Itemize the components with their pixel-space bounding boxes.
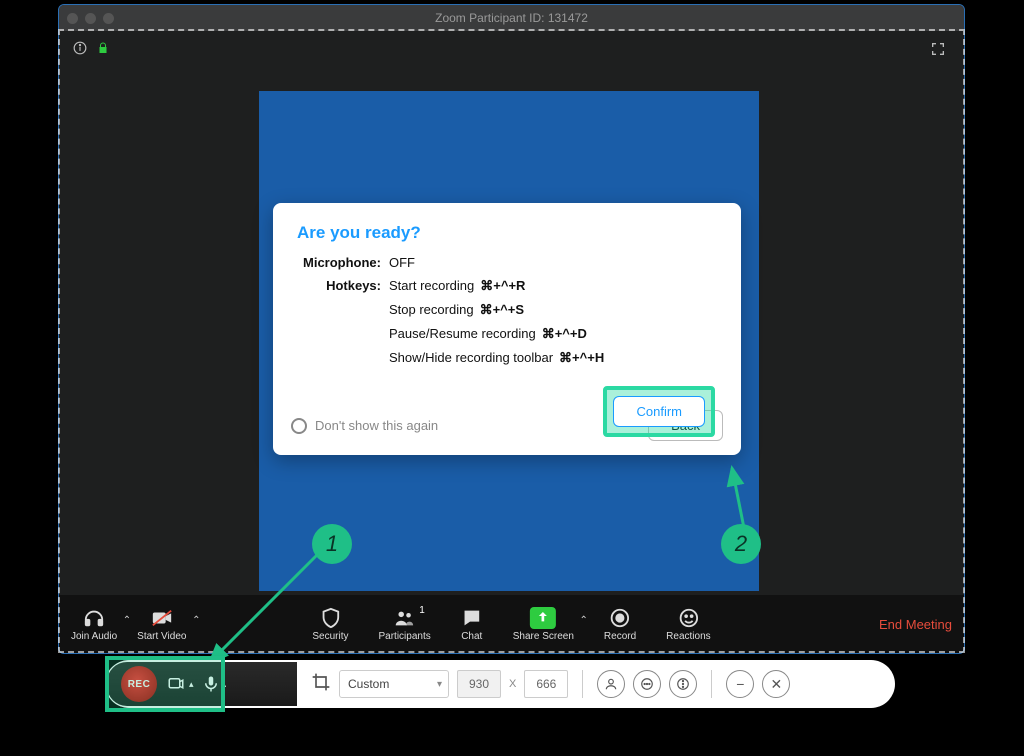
fullscreen-icon[interactable] [930,41,946,62]
chat-button[interactable]: Chat [461,607,483,642]
participants-button[interactable]: 1 Participants [379,607,431,642]
recorder-controls: REC ▴ ▴ [107,662,297,706]
crop-icon[interactable] [311,672,331,697]
close-button[interactable]: ✕ [762,670,790,698]
security-label: Security [312,631,348,642]
person-icon[interactable] [597,670,625,698]
meeting-info-row [73,41,109,55]
hotkey-desc: Stop recording [389,302,474,317]
chat-label: Chat [461,631,482,642]
share-label: Share Screen [513,631,574,642]
minimize-button[interactable]: − [726,670,754,698]
record-label: Record [604,631,636,642]
dimension-x: X [509,678,516,690]
chevron-up-icon[interactable]: ⌃ [192,615,200,626]
rec-highlight [105,656,225,712]
hotkey-keys: ⌘+^+R [480,278,525,293]
window-title: Zoom Participant ID: 131472 [59,11,964,25]
share-screen-button[interactable]: Share Screen ⌃ [513,607,574,642]
zoom-window: Zoom Participant ID: 131472 Are you read… [58,4,965,654]
start-video-label: Start Video [137,631,186,642]
capture-mode-select[interactable]: Custom [339,670,449,698]
step-marker-1: 1 [312,524,352,564]
participants-label: Participants [379,631,431,642]
security-button[interactable]: Security [312,607,348,642]
chevron-up-icon[interactable]: ⌃ [580,615,588,626]
join-audio-label: Join Audio [71,631,117,642]
step-marker-2: 2 [721,524,761,564]
hotkey-keys: ⌘+^+D [542,326,587,341]
lock-icon [97,41,109,55]
dialog-title: Are you ready? [297,223,717,243]
participants-count: 1 [419,605,425,616]
end-meeting-button[interactable]: End Meeting [879,617,952,632]
hotkeys-list: Start recording ⌘+^+R Stop recording ⌘+^+S… [389,278,717,374]
mic-value: OFF [389,255,717,270]
height-input[interactable] [524,670,568,698]
hotkey-desc: Start recording [389,278,474,293]
confirm-highlight: Confirm [603,386,715,437]
ready-dialog: Are you ready? Microphone: OFF Hotkeys: … [273,203,741,455]
confirm-button[interactable]: Confirm [613,396,705,427]
hotkeys-label: Hotkeys: [297,278,389,374]
recorder-toolbar: REC ▴ ▴ Custom X − ✕ [105,660,895,708]
hotkey-keys: ⌘+^+S [480,302,524,317]
start-video-button[interactable]: Start Video ⌃ [137,607,186,642]
reactions-button[interactable]: Reactions [666,607,710,642]
hotkey-desc: Show/Hide recording toolbar [389,350,553,365]
hotkey-desc: Pause/Resume recording [389,326,536,341]
more-icon[interactable] [669,670,697,698]
info-icon[interactable] [73,41,87,55]
dont-show-checkbox[interactable]: Don't show this again [291,418,438,434]
window-titlebar: Zoom Participant ID: 131472 [59,5,964,31]
join-audio-button[interactable]: Join Audio ⌃ [71,607,117,642]
record-button[interactable]: Record [604,607,636,642]
annotation-icon[interactable] [633,670,661,698]
mic-label: Microphone: [297,255,389,270]
radio-icon[interactable] [291,418,307,434]
reactions-label: Reactions [666,631,710,642]
video-area: Are you ready? Microphone: OFF Hotkeys: … [259,91,759,591]
dont-show-label: Don't show this again [315,418,438,433]
width-input[interactable] [457,670,501,698]
hotkey-keys: ⌘+^+H [559,350,604,365]
zoom-toolbar: Join Audio ⌃ Start Video ⌃ Security 1 Pa… [59,595,964,653]
chevron-up-icon[interactable]: ⌃ [123,615,131,626]
